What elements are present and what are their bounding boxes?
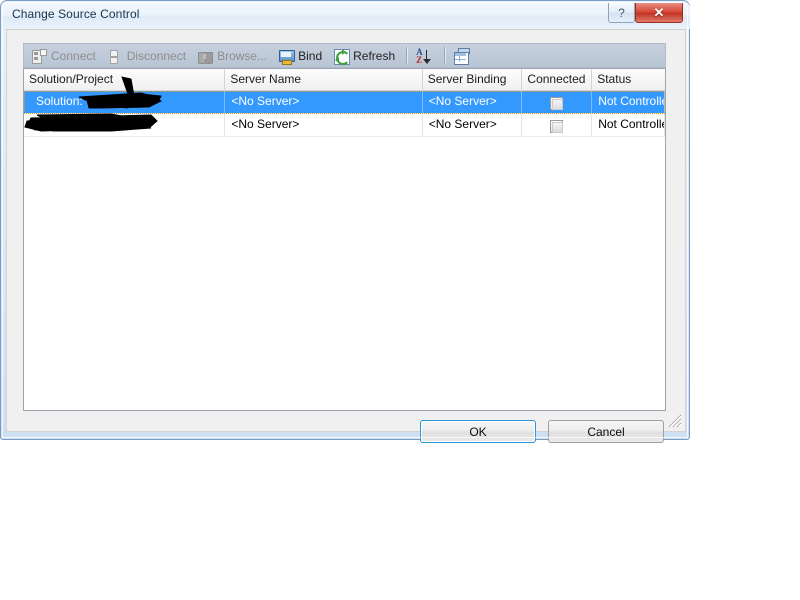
resize-grip[interactable] — [668, 414, 682, 428]
cell-server-name: <No Server> — [225, 114, 423, 136]
toolbar-button-browse[interactable]: Browse... — [193, 44, 273, 67]
column-header-server-name[interactable]: Server Name — [225, 69, 423, 90]
cell-server-name: <No Server> — [225, 91, 423, 113]
title-bar[interactable]: Change Source Control ? ✕ — [2, 2, 690, 29]
connect-icon — [31, 48, 47, 64]
toolbar-button-column-options[interactable] — [449, 44, 475, 67]
cancel-button[interactable]: Cancel — [548, 420, 664, 443]
toolbar-label-bind: Bind — [298, 48, 323, 63]
bind-icon — [278, 48, 296, 65]
column-options-icon — [453, 47, 471, 65]
connected-checkbox[interactable] — [550, 97, 564, 110]
toolbar-separator-2 — [444, 47, 446, 64]
cell-connected — [522, 91, 593, 113]
toolbar-label-browse: Browse... — [217, 48, 268, 63]
help-button[interactable]: ? — [608, 3, 635, 23]
cell-solution-project: Solution: — [24, 91, 226, 113]
column-header-status[interactable]: Status — [592, 69, 665, 90]
disconnect-icon — [107, 48, 123, 64]
toolbar-label-connect: Connect — [51, 48, 96, 63]
cell-connected — [522, 114, 593, 136]
table-row[interactable]: <No Server> <No Server> Not Controlle — [24, 114, 665, 137]
cell-status: Not Controlle — [592, 114, 665, 136]
solution-project-list[interactable]: Solution/Project Server Name Server Bind… — [23, 68, 666, 411]
toolbar-label-disconnect: Disconnect — [126, 48, 187, 63]
ok-button[interactable]: OK — [420, 420, 536, 443]
browse-icon — [197, 48, 214, 64]
toolbar-button-connect[interactable]: Connect — [27, 44, 102, 67]
toolbar-label-refresh: Refresh — [353, 48, 396, 63]
cancel-button-label: Cancel — [587, 424, 625, 439]
toolbar: Connect Disconnect Browse... Bind Refres… — [23, 43, 666, 68]
close-button[interactable]: ✕ — [635, 3, 683, 23]
column-header-connected[interactable]: Connected — [522, 69, 593, 90]
ok-button-label: OK — [469, 424, 487, 439]
cell-solution-project — [24, 114, 226, 136]
toolbar-button-refresh[interactable]: Refresh — [329, 44, 401, 67]
list-header: Solution/Project Server Name Server Bind… — [24, 69, 665, 91]
cell-server-binding: <No Server> — [423, 114, 523, 136]
connected-checkbox[interactable] — [550, 120, 564, 133]
toolbar-separator-1 — [406, 47, 408, 64]
dialog-client-area: Connect Disconnect Browse... Bind Refres… — [6, 29, 686, 443]
toolbar-button-disconnect[interactable]: Disconnect — [103, 44, 192, 67]
column-header-solution-project[interactable]: Solution/Project — [24, 69, 226, 90]
cell-server-binding: <No Server> — [423, 91, 523, 113]
table-row[interactable]: Solution: <No Server> <No Server> Not Co… — [24, 91, 665, 114]
change-source-control-dialog: Change Source Control ? ✕ Connect Discon… — [0, 0, 690, 443]
close-icon: ✕ — [653, 5, 665, 20]
window-title: Change Source Control — [12, 7, 140, 21]
sort-letter-z: Z — [416, 54, 423, 65]
sort-az-icon: A Z — [415, 47, 433, 65]
question-mark-icon: ? — [618, 5, 625, 20]
toolbar-button-sort[interactable]: A Z — [411, 44, 439, 67]
toolbar-button-bind[interactable]: Bind — [274, 44, 328, 67]
refresh-icon — [333, 48, 351, 65]
cell-status: Not Controlle — [592, 91, 665, 113]
column-header-server-binding[interactable]: Server Binding — [422, 69, 523, 90]
